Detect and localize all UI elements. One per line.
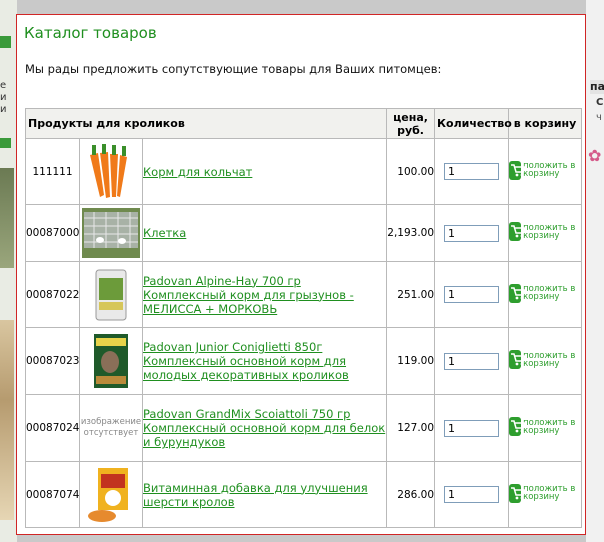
quantity-cell: [434, 461, 510, 528]
cart-cell: положить в корзину: [508, 327, 583, 395]
table-row: 00087074 Витаминная добавка для улучшени…: [25, 461, 583, 528]
add-to-cart-button[interactable]: положить в корзину: [509, 483, 581, 503]
add-to-cart-button[interactable]: положить в корзину: [509, 283, 581, 303]
product-price: 127.00: [386, 394, 436, 462]
product-link[interactable]: Корм для кольчат: [143, 165, 252, 179]
cart-cell: положить в корзину: [508, 138, 583, 205]
product-code: 00087000: [25, 204, 80, 262]
product-thumb-cell: [79, 327, 143, 395]
add-to-cart-label: положить в корзину: [523, 484, 576, 502]
background-right-text: ч: [596, 112, 602, 123]
product-code: 00087024: [25, 394, 80, 462]
cart-cell: положить в корзину: [508, 394, 583, 462]
background-right-text: Сп: [596, 97, 604, 108]
background-green-marker: [0, 36, 11, 48]
paw-icon: ✿: [588, 146, 602, 165]
catalog-dialog: Каталог товаров Мы рады предложить сопут…: [16, 14, 586, 535]
product-thumb-cell: [79, 461, 143, 528]
no-image-placeholder: изображение отсутствует: [80, 417, 142, 438]
add-to-cart-button[interactable]: положить в корзину: [509, 417, 581, 436]
table-row: 00087000 Клетка 2,193.00 1 положить в ко…: [25, 204, 583, 262]
background-green-marker: [0, 138, 11, 148]
cart-icon: [509, 350, 527, 369]
product-thumb-cell: [79, 261, 143, 328]
dialog-title: Каталог товаров: [24, 24, 157, 42]
header-to-cart: в корзину: [508, 108, 583, 139]
product-link[interactable]: Padovan Alpine-Hay 700 гр Комплексный ко…: [143, 274, 354, 316]
cart-icon: [509, 483, 527, 503]
quantity-cell: [434, 138, 510, 205]
table-row: 00087022 Padovan Alpine-Hay 700 гр Компл…: [25, 261, 583, 328]
add-to-cart-label: положить в корзину: [523, 161, 576, 179]
product-code: 111111: [25, 138, 80, 205]
background-image: [0, 168, 14, 268]
product-link[interactable]: Padovan GrandMix Scoiattoli 750 гр Компл…: [143, 407, 385, 449]
product-name-cell: Клетка: [141, 204, 388, 262]
background-left-text: е и и: [0, 80, 7, 115]
add-to-cart-button[interactable]: положить в корзину: [509, 350, 581, 369]
product-code: 00087023: [25, 327, 80, 395]
cart-icon: [509, 222, 527, 241]
header-products: Продукты для кроликов: [24, 108, 388, 139]
product-name-cell: Padovan Alpine-Hay 700 гр Комплексный ко…: [141, 261, 388, 328]
product-code: 00087074: [25, 461, 80, 528]
quantity-input[interactable]: [444, 286, 500, 303]
product-name-cell: Padovan GrandMix Scoiattoli 750 гр Компл…: [141, 394, 388, 462]
add-to-cart-label: положить в корзину: [523, 350, 576, 369]
header-quantity: Количество: [434, 108, 512, 139]
quantity-input[interactable]: [444, 352, 500, 370]
rabbit-feed-box-image[interactable]: [82, 332, 140, 390]
table-header-row: Продукты для кроликов цена, руб. Количес…: [24, 108, 583, 139]
background-right-header: па: [590, 80, 604, 94]
product-thumb-cell: [79, 138, 143, 205]
product-price: 119.00: [386, 327, 436, 395]
product-link[interactable]: Витаминная добавка для улучшения шерсти …: [143, 481, 368, 509]
header-price: цена, руб.: [386, 108, 436, 139]
background-image: [0, 320, 14, 520]
add-to-cart-button[interactable]: положить в корзину: [509, 222, 581, 241]
product-price: 251.00: [386, 261, 436, 328]
quantity-input[interactable]: [444, 486, 500, 503]
quantity-input[interactable]: [444, 419, 500, 437]
product-table: Продукты для кроликов цена, руб. Количес…: [24, 108, 583, 528]
carrots-image[interactable]: [82, 142, 140, 201]
add-to-cart-label: положить в корзину: [523, 284, 576, 302]
quantity-cell: [434, 327, 510, 395]
quantity-cell: [434, 394, 510, 462]
product-name-cell: Padovan Junior Coniglietti 850г Комплекс…: [141, 327, 388, 395]
quantity-cell: [434, 261, 510, 328]
product-name-cell: Витаминная добавка для улучшения шерсти …: [141, 461, 388, 528]
product-thumb-cell: [79, 204, 143, 262]
cart-icon: [509, 283, 527, 303]
cart-icon: [509, 417, 527, 436]
background-right-panel: па Сп ч ✿: [586, 0, 604, 542]
quantity-cell: [434, 204, 510, 262]
cart-icon: [509, 160, 527, 180]
cart-cell: положить в корзину: [508, 461, 583, 528]
add-to-cart-label: положить в корзину: [523, 417, 576, 436]
background-left-panel: е и и: [0, 0, 17, 542]
table-row: 00087024 изображение отсутствует Padovan…: [25, 394, 583, 462]
quantity-input[interactable]: [444, 163, 500, 180]
add-to-cart-label: положить в корзину: [523, 222, 576, 241]
product-link[interactable]: Padovan Junior Coniglietti 850г Комплекс…: [143, 340, 349, 382]
cart-cell: положить в корзину: [508, 204, 583, 262]
product-price: 2,193.00: [386, 204, 436, 262]
add-to-cart-button[interactable]: положить в корзину: [509, 160, 581, 180]
table-row: 00087023 Padovan Junior Coniglietti 850г…: [25, 327, 583, 395]
product-thumb-cell: изображение отсутствует: [79, 394, 143, 462]
quantity-input[interactable]: [444, 224, 500, 242]
feed-bag-image[interactable]: [82, 265, 140, 324]
product-code: 00087022: [25, 261, 80, 328]
product-price: 100.00: [386, 138, 436, 205]
intro-text: Мы рады предложить сопутствующие товары …: [25, 62, 442, 76]
vitamin-pack-image[interactable]: [82, 465, 140, 524]
cart-cell: положить в корзину: [508, 261, 583, 328]
product-link[interactable]: Клетка: [143, 226, 186, 240]
product-price: 286.00: [386, 461, 436, 528]
table-row: 111111 Корм для кольчат 100.00 1 положит…: [25, 138, 583, 205]
rabbit-cage-image[interactable]: [82, 208, 140, 258]
product-name-cell: Корм для кольчат: [141, 138, 388, 205]
